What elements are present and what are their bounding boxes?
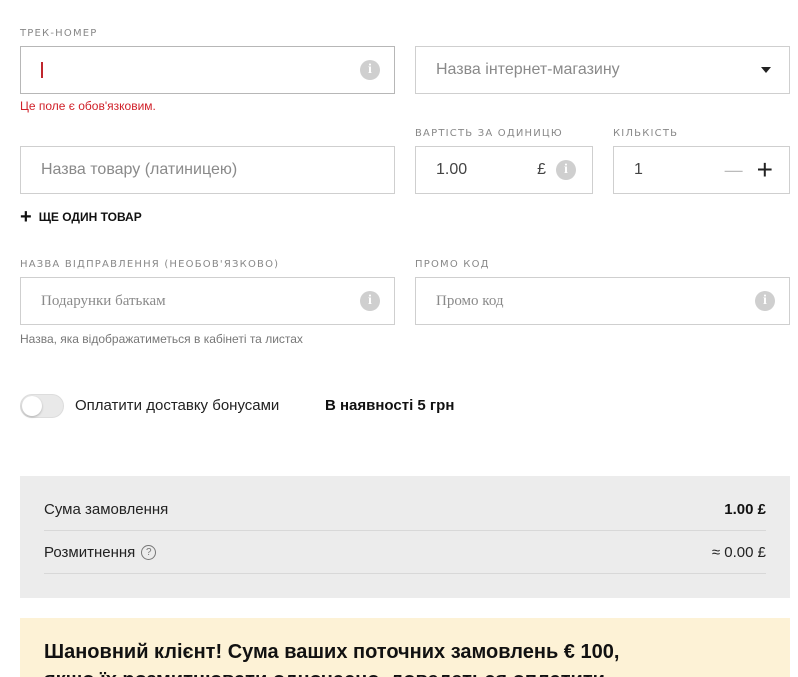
product-name-placeholder: Назва товару (латиницею) bbox=[41, 161, 238, 178]
shipment-name-label: НАЗВА ВІДПРАВЛЕННЯ (НЕОБОВ'ЯЗКОВО) bbox=[20, 259, 280, 270]
info-icon[interactable]: i bbox=[360, 291, 380, 311]
unit-price-input[interactable]: 1.00 £ i bbox=[415, 146, 593, 194]
bonus-toggle[interactable] bbox=[20, 394, 64, 418]
notice-line-2: якщо їх розмитнювати одночасно, доведеть… bbox=[44, 666, 766, 677]
bonus-available: В наявності 5 грн bbox=[325, 397, 455, 414]
unit-price-label: ВАРТІСТЬ ЗА ОДИНИЦЮ bbox=[415, 128, 563, 139]
shipment-name-input[interactable]: Подарунки батькам i bbox=[20, 277, 395, 325]
bonus-label: Оплатити доставку бонусами bbox=[75, 397, 280, 414]
info-icon[interactable]: i bbox=[360, 60, 380, 80]
plus-icon: + bbox=[20, 206, 32, 228]
text-caret bbox=[41, 62, 43, 78]
product-name-input[interactable]: Назва товару (латиницею) bbox=[20, 146, 395, 194]
plus-icon[interactable]: + bbox=[757, 156, 773, 184]
track-number-label: ТРЕК-НОМЕР bbox=[20, 28, 98, 39]
shipment-name-placeholder: Подарунки батькам bbox=[41, 292, 166, 309]
track-number-error: Це поле є обов'язковим. bbox=[20, 99, 156, 113]
promo-code-label: ПРОМО КОД bbox=[415, 259, 490, 270]
quantity-stepper[interactable]: 1 — + bbox=[613, 146, 790, 194]
customs-label: Розмитнення bbox=[44, 543, 136, 561]
order-sum-value: 1.00 £ bbox=[724, 500, 766, 518]
shipment-name-hint: Назва, яка відображатиметься в кабінеті … bbox=[20, 332, 303, 346]
minus-icon[interactable]: — bbox=[725, 160, 743, 181]
toggle-knob bbox=[22, 396, 42, 416]
shop-select-placeholder: Назва інтернет-магазину bbox=[436, 61, 620, 78]
customs-value: ≈ 0.00 £ bbox=[711, 543, 766, 561]
add-item-button[interactable]: + ЩЕ ОДИН ТОВАР bbox=[20, 206, 142, 228]
quantity-value: 1 bbox=[634, 161, 643, 178]
summary-row-customs: Розмитнення? ≈ 0.00 £ bbox=[44, 531, 766, 574]
info-icon[interactable]: i bbox=[755, 291, 775, 311]
help-icon[interactable]: ? bbox=[141, 545, 157, 561]
unit-price-value: 1.00 bbox=[436, 161, 468, 178]
currency-symbol: £ bbox=[537, 161, 546, 178]
order-sum-label: Сума замовлення bbox=[44, 500, 169, 518]
shop-select[interactable]: Назва інтернет-магазину bbox=[415, 46, 790, 94]
summary-row-order: Сума замовлення 1.00 £ bbox=[44, 488, 766, 531]
notice-banner: Шановний клієнт! Сума ваших поточних зам… bbox=[20, 618, 790, 677]
order-summary: Сума замовлення 1.00 £ Розмитнення? ≈ 0.… bbox=[20, 476, 790, 598]
promo-code-placeholder: Промо код bbox=[436, 292, 504, 309]
notice-line-1: Шановний клієнт! Сума ваших поточних зам… bbox=[44, 641, 620, 663]
quantity-label: КІЛЬКІСТЬ bbox=[613, 128, 679, 139]
track-number-input[interactable]: i bbox=[20, 46, 395, 94]
info-icon[interactable]: i bbox=[556, 160, 576, 180]
add-item-label: ЩЕ ОДИН ТОВАР bbox=[38, 210, 142, 224]
chevron-down-icon bbox=[761, 67, 771, 73]
promo-code-input[interactable]: Промо код i bbox=[415, 277, 790, 325]
